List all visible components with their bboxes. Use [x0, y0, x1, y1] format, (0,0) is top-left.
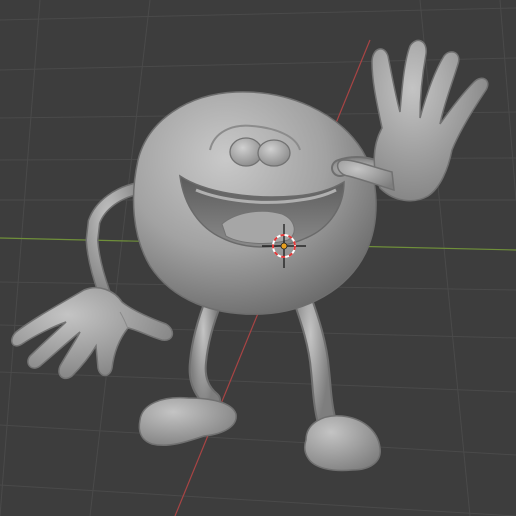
viewport-canvas[interactable] — [0, 0, 516, 516]
left-eye[interactable] — [229, 137, 263, 167]
right-eye[interactable] — [257, 139, 291, 167]
3d-viewport[interactable] — [0, 0, 516, 516]
object-origin-dot — [280, 242, 288, 250]
